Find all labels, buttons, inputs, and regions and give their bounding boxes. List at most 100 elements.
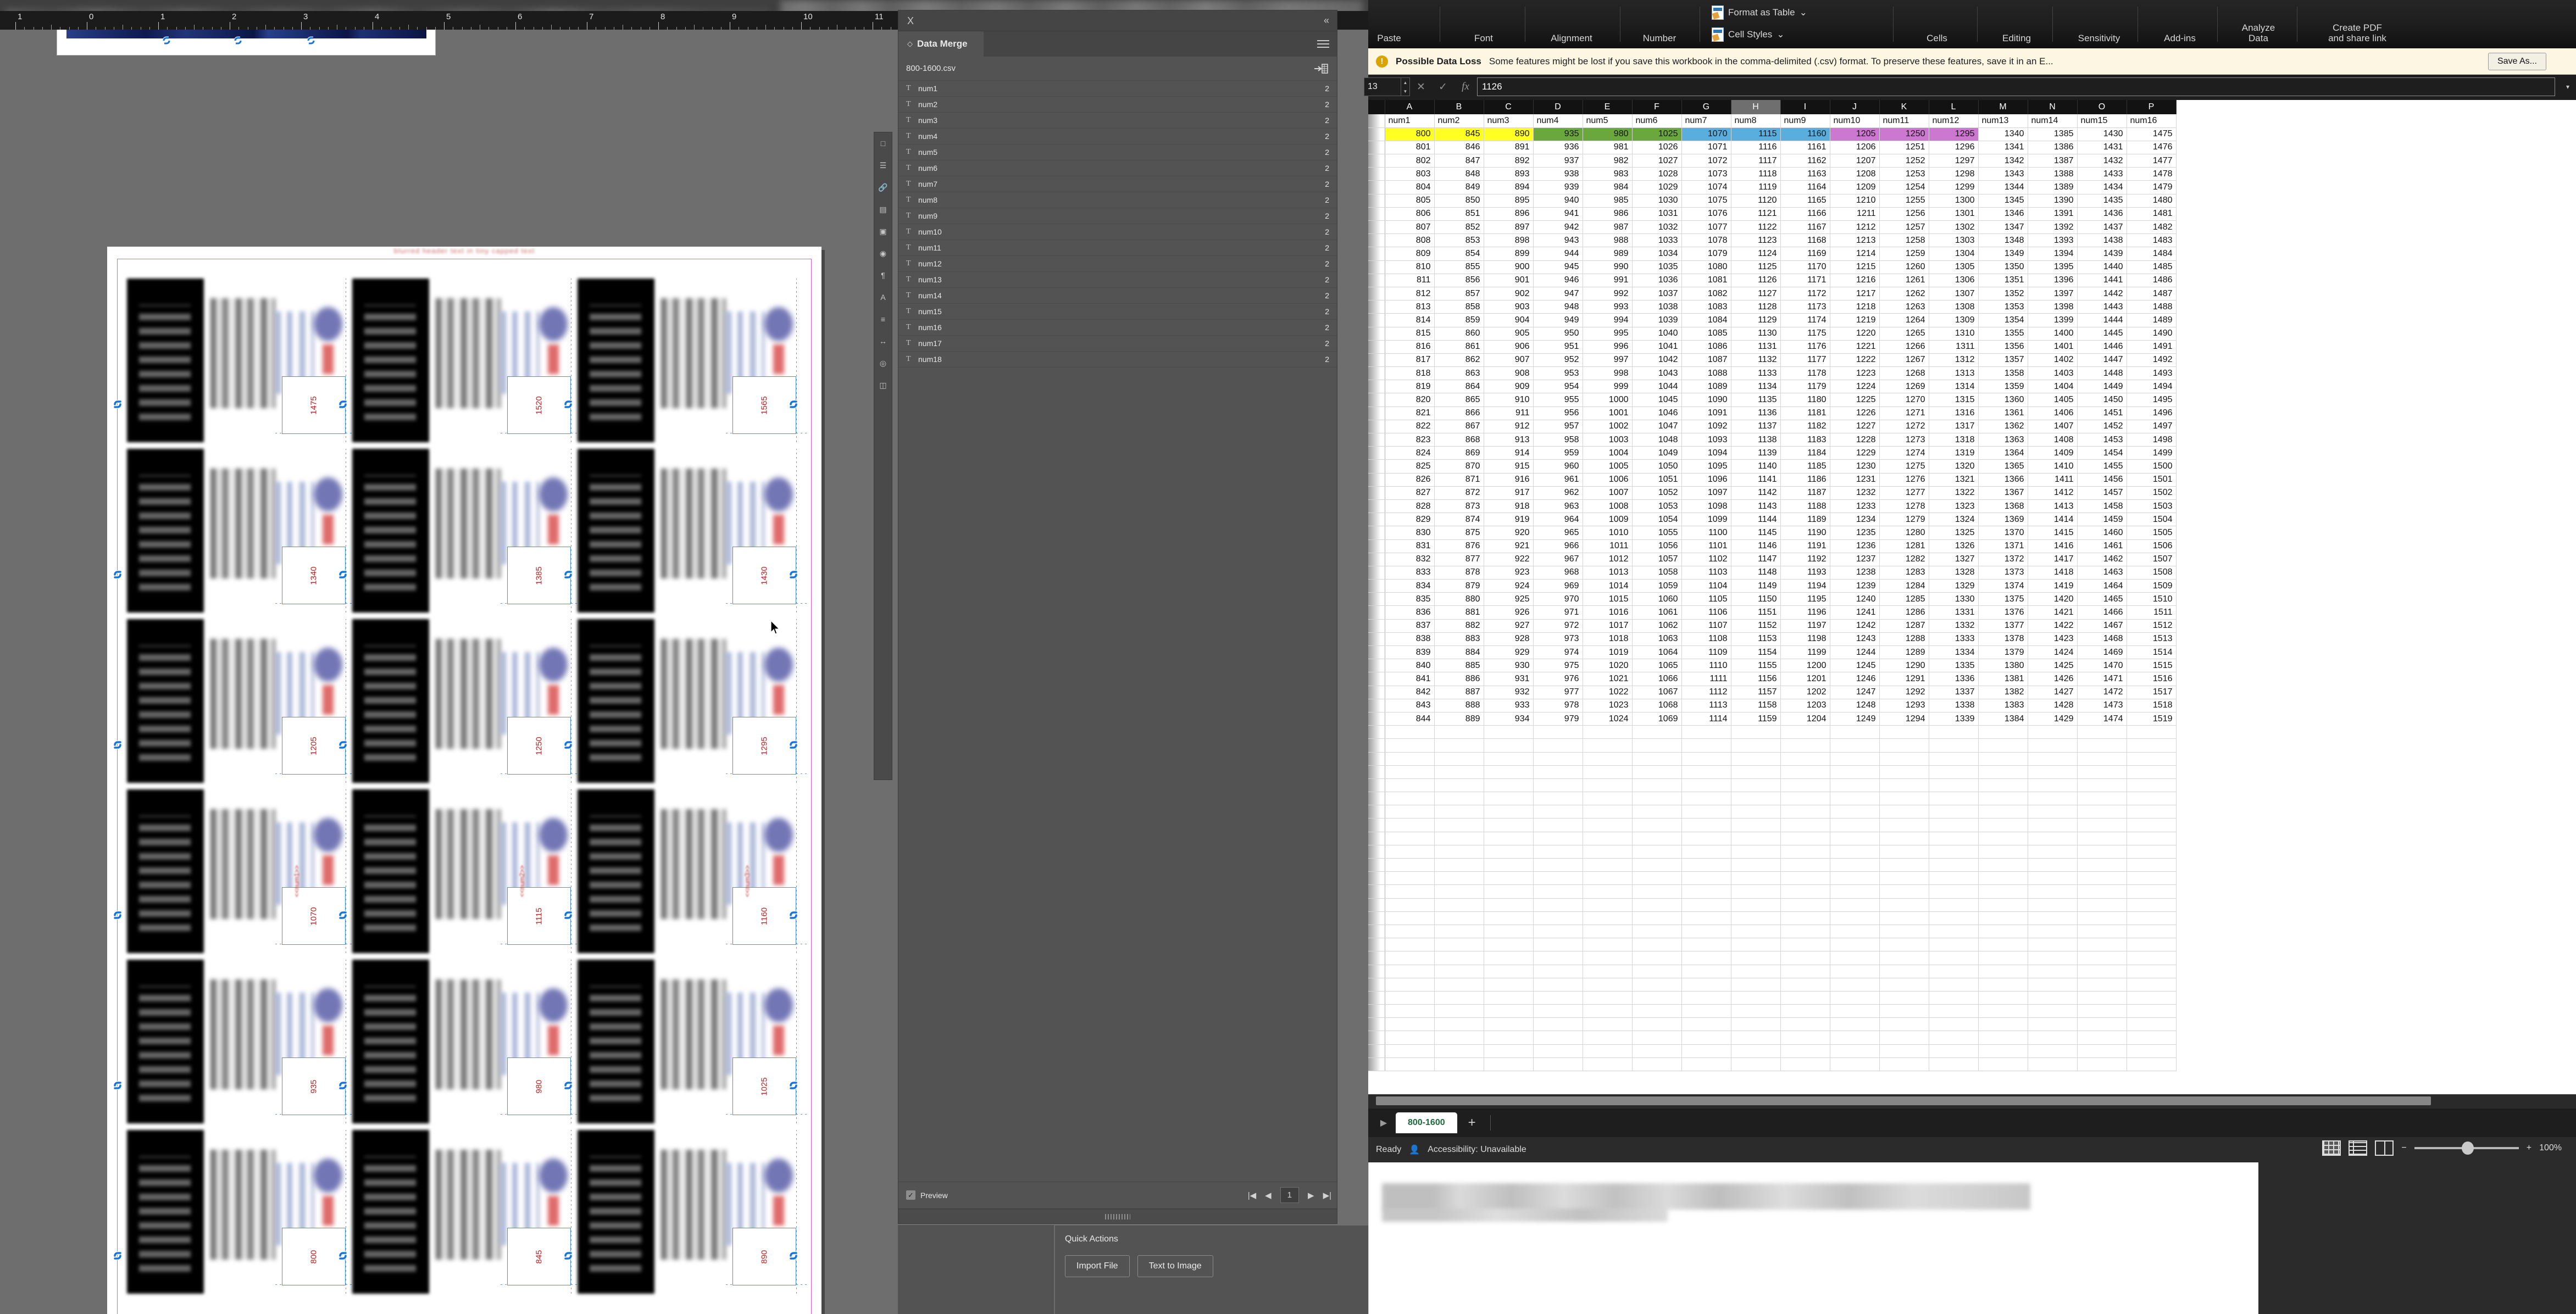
table-cell[interactable]: 1437 [2077, 220, 2127, 235]
table-cell[interactable]: 1359 [1978, 380, 2028, 394]
row-header[interactable] [1368, 898, 1385, 912]
table-cell[interactable]: 1241 [1830, 605, 1880, 620]
table-cell[interactable]: 1377 [1978, 619, 2028, 633]
table-cell[interactable] [1830, 858, 1880, 872]
table-cell[interactable]: 1129 [1731, 313, 1781, 327]
table-cell[interactable]: 946 [1533, 274, 1583, 287]
table-cell[interactable]: 1009 [1583, 513, 1633, 527]
table-cell[interactable]: 932 [1484, 686, 1534, 699]
table-cell[interactable] [1731, 991, 1781, 1005]
table-cell[interactable] [1929, 792, 1979, 806]
table-cell[interactable]: 1071 [1681, 141, 1731, 155]
table-cell[interactable] [1929, 778, 1979, 793]
table-cell[interactable] [1385, 1044, 1435, 1058]
table-cell[interactable] [1434, 1057, 1484, 1072]
table-cell[interactable] [2127, 965, 2177, 978]
table-cell[interactable]: 1230 [1830, 459, 1880, 474]
table-cell[interactable]: 838 [1385, 632, 1435, 647]
table-cell[interactable]: 948 [1533, 300, 1583, 314]
table-cell[interactable]: 1494 [2127, 380, 2177, 394]
row-header[interactable] [1368, 393, 1385, 407]
table-cell[interactable]: 1202 [1780, 686, 1830, 699]
table-cell[interactable]: 1415 [2028, 526, 2078, 540]
table-cell[interactable]: 1387 [2028, 154, 2078, 168]
table-cell[interactable]: 1385 [2028, 127, 2078, 141]
table-cell[interactable] [1879, 884, 1929, 899]
table-cell[interactable] [1484, 832, 1534, 845]
table-cell[interactable] [1780, 765, 1830, 779]
table-cell[interactable] [1484, 1057, 1534, 1072]
table-cell[interactable] [1978, 898, 2028, 912]
table-cell[interactable]: 980 [1583, 127, 1633, 141]
table-cell[interactable]: 956 [1533, 407, 1583, 420]
table-cell[interactable]: 841 [1385, 672, 1435, 686]
table-cell[interactable]: 880 [1434, 592, 1484, 606]
row-header[interactable] [1368, 632, 1385, 647]
table-row[interactable]: 812 857 902 947 992 1037 1082 1127 1172 1217 1262 1… [1368, 287, 2177, 301]
table-cell[interactable]: 1461 [2077, 539, 2127, 553]
table-cell[interactable]: 1104 [1681, 579, 1731, 593]
table-cell[interactable]: 1163 [1780, 167, 1830, 181]
table-cell[interactable]: 1403 [2028, 366, 2078, 381]
table-cell[interactable]: 1030 [1632, 194, 1682, 208]
table-cell[interactable]: 1477 [2127, 154, 2177, 168]
table-cell[interactable]: 965 [1533, 526, 1583, 540]
table-cell[interactable]: 1337 [1929, 686, 1979, 699]
table-cell[interactable] [1583, 818, 1633, 832]
table-cell[interactable]: 1490 [2127, 327, 2177, 341]
ribbon-group-font[interactable]: Font [1451, 0, 1517, 48]
table-cell[interactable]: 816 [1385, 340, 1435, 354]
save-as-button[interactable]: Save As... [2488, 52, 2546, 70]
table-cell[interactable]: 851 [1434, 207, 1484, 221]
table-cell[interactable]: 945 [1533, 260, 1583, 274]
table-cell[interactable]: 825 [1385, 459, 1435, 474]
table-cell[interactable]: 1006 [1583, 473, 1633, 487]
table-cell[interactable]: 1213 [1830, 233, 1880, 248]
table-cell[interactable]: 1177 [1780, 353, 1830, 368]
table-cell[interactable]: 1451 [2077, 407, 2127, 420]
table-cell[interactable]: 1261 [1879, 274, 1929, 287]
table-cell[interactable] [1583, 951, 1633, 965]
table-cell[interactable]: 1120 [1731, 194, 1781, 208]
table-cell[interactable] [1632, 951, 1682, 965]
table-cell[interactable]: 1332 [1929, 619, 1979, 633]
table-cell[interactable]: 1056 [1632, 539, 1682, 553]
table-cell[interactable]: 1287 [1879, 619, 1929, 633]
table-cell[interactable]: 1370 [1978, 526, 2028, 540]
table-cell[interactable]: 1456 [2077, 473, 2127, 487]
table-cell[interactable]: 1430 [2077, 127, 2127, 141]
row-header[interactable] [1368, 513, 1385, 527]
table-cell[interactable] [1484, 991, 1534, 1005]
table-row[interactable]: 835 880 925 970 1015 1060 1105 1150 1195 1240 1285… [1368, 592, 2177, 606]
table-row[interactable]: 810 855 900 945 990 1035 1080 1125 1170 1215 1260 1… [1368, 260, 2177, 274]
table-cell[interactable]: 1408 [2028, 433, 2078, 447]
table-cell[interactable]: 1016 [1583, 605, 1633, 620]
merged-card[interactable]: 1340 [113, 449, 358, 613]
row-header[interactable] [1368, 871, 1385, 886]
column-header-o[interactable]: O [2077, 100, 2127, 114]
table-cell[interactable] [2077, 925, 2127, 939]
zoom-out-button[interactable]: − [2401, 1143, 2406, 1153]
table-cell[interactable]: 1225 [1830, 393, 1880, 407]
table-cell[interactable] [1533, 765, 1583, 779]
table-cell[interactable] [1731, 938, 1781, 952]
table-cell[interactable]: 891 [1484, 141, 1534, 155]
table-cell[interactable]: 812 [1385, 287, 1435, 301]
merged-card[interactable]: 890 [578, 1130, 808, 1294]
table-row[interactable] [1368, 871, 2177, 886]
row-header[interactable] [1368, 340, 1385, 354]
table-cell[interactable]: 1380 [1978, 659, 2028, 673]
table-cell[interactable] [1533, 845, 1583, 859]
table-cell[interactable]: 1488 [2127, 300, 2177, 314]
table-cell[interactable]: 1125 [1731, 260, 1781, 274]
table-row[interactable] [1368, 845, 2177, 859]
page-layout-view-icon[interactable] [2349, 1140, 2368, 1156]
table-cell[interactable]: 1215 [1830, 260, 1880, 274]
table-cell[interactable]: 850 [1434, 194, 1484, 208]
table-cell[interactable]: 892 [1484, 154, 1534, 168]
sheet-tab-800-1600[interactable]: 800-1600 [1396, 1112, 1457, 1133]
table-cell[interactable]: 960 [1533, 459, 1583, 474]
prev-record-button[interactable]: ◀ [1265, 1190, 1272, 1200]
ribbon-group-number[interactable]: Number [1626, 0, 1692, 48]
table-cell[interactable]: 1455 [2077, 459, 2127, 474]
